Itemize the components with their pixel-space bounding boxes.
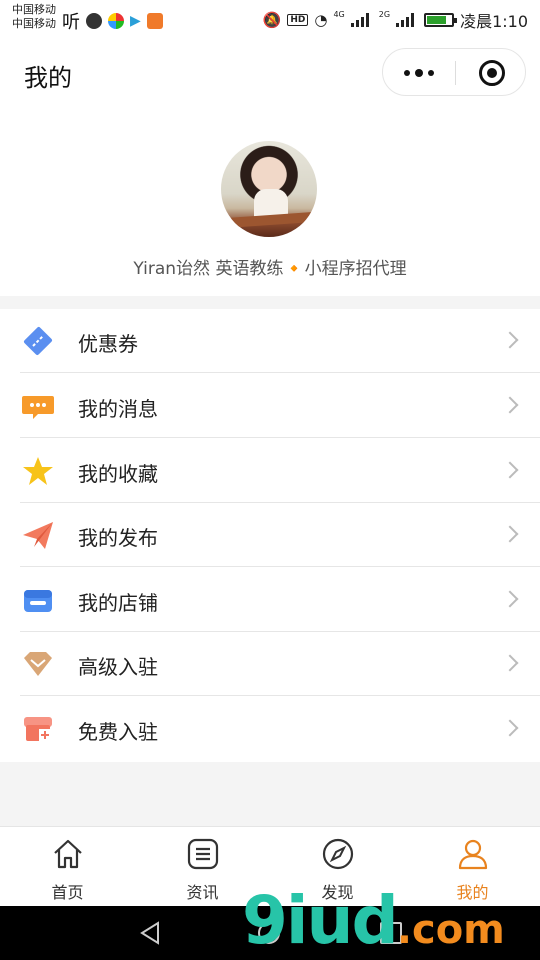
- mute-icon: 🔕: [262, 11, 282, 29]
- listen-app-icon: 听: [62, 12, 80, 33]
- tab-label: 首页: [51, 883, 84, 902]
- menu-item-label: 免费入驻: [78, 720, 158, 744]
- network-type-2: 2G: [378, 9, 391, 19]
- chevron-right-icon: [501, 719, 519, 737]
- more-options-button[interactable]: [383, 49, 455, 97]
- system-status: 🔕 HD ◔ 4G 2G 凌晨1:10: [263, 8, 528, 32]
- menu-item-label: 优惠券: [78, 332, 138, 356]
- paper-plane-icon: [23, 522, 53, 549]
- signal-icon-1: [350, 13, 373, 27]
- menu-item-label: 我的店铺: [78, 591, 158, 615]
- menu-item-label: 我的收藏: [78, 462, 158, 486]
- clock: 凌晨1:10: [460, 12, 528, 31]
- compass-icon: [322, 838, 353, 870]
- watermark-logo: 9iud.com: [242, 882, 505, 959]
- store-plus-icon: [24, 717, 52, 741]
- chevron-right-icon: [501, 461, 519, 479]
- menu-item-premium-join[interactable]: 高级入驻: [0, 632, 540, 696]
- close-miniprogram-icon[interactable]: [479, 60, 505, 86]
- media-app-icon: [146, 13, 163, 29]
- user-icon: [458, 839, 487, 870]
- coupon-icon: [23, 326, 53, 356]
- menu-item-free-join[interactable]: 免费入驻: [0, 697, 540, 761]
- menu-item-favorites[interactable]: 我的收藏: [0, 439, 540, 503]
- chevron-right-icon: [501, 331, 519, 349]
- notification-icons: 听 ▶: [62, 8, 163, 34]
- wifi-icon: ◔: [314, 11, 328, 29]
- chevron-right-icon: [501, 654, 519, 672]
- chevron-right-icon: [501, 396, 519, 414]
- back-icon[interactable]: [138, 920, 164, 946]
- menu-item-label: 我的发布: [78, 526, 158, 550]
- menu-item-coupon[interactable]: 优惠券: [0, 309, 540, 373]
- user-name: Yiran诒然 英语教练🔸小程序招代理: [133, 259, 407, 279]
- battery-icon: [424, 13, 458, 27]
- list-icon: [187, 838, 218, 870]
- home-icon: [53, 839, 82, 869]
- menu-item-label: 我的消息: [78, 397, 158, 421]
- nav-header: 我的: [0, 36, 540, 108]
- signal-icon-2: [396, 13, 418, 27]
- menu-item-posts[interactable]: 我的发布: [0, 503, 540, 567]
- status-bar: 中国移动 中国移动 听 ▶ 🔕 HD ◔ 4G 2G 凌晨1:10: [0, 0, 540, 36]
- carrier-2: 中国移动: [12, 17, 56, 30]
- chevron-right-icon: [501, 525, 519, 543]
- menu-item-messages[interactable]: 我的消息: [0, 374, 540, 438]
- avatar[interactable]: [221, 141, 317, 237]
- hd-icon: HD: [287, 14, 309, 26]
- star-icon: [23, 457, 53, 485]
- menu-list: 优惠券 我的消息 我的收藏 我的发布 我的店铺 高级入驻 免费入驻: [0, 309, 540, 762]
- carrier-1: 中国移动: [12, 3, 56, 16]
- tab-home[interactable]: 首页: [0, 827, 135, 907]
- capsule-divider: [455, 61, 456, 85]
- page-title: 我的: [24, 64, 72, 92]
- diamond-icon: [24, 652, 52, 676]
- shop-icon: [24, 590, 52, 612]
- menu-item-shop[interactable]: 我的店铺: [0, 568, 540, 632]
- carrier-info: 中国移动 中国移动: [12, 3, 56, 31]
- menu-item-label: 高级入驻: [78, 655, 158, 679]
- profile-section: Yiran诒然 英语教练🔸小程序招代理: [0, 108, 540, 296]
- browser-app-icon: [108, 13, 124, 29]
- miniprogram-capsule: [382, 48, 526, 96]
- network-type-1: 4G: [333, 9, 345, 19]
- chevron-right-icon: [501, 590, 519, 608]
- video-app-icon: ▶: [130, 13, 141, 29]
- message-icon: [22, 396, 54, 419]
- audio-app-icon: [86, 13, 102, 29]
